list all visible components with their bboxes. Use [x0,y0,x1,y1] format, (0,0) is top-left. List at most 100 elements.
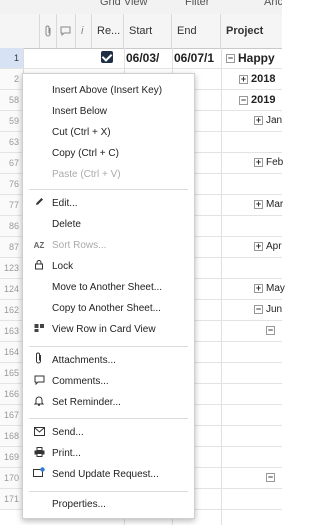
expand-icon[interactable]: + [254,199,263,209]
project-cell[interactable]: + Apr [254,237,282,257]
menu-print[interactable]: Print... [23,444,194,464]
row-number[interactable]: 167 [0,405,24,425]
menu-set-reminder-label: Set Reminder... [52,397,121,408]
row-number[interactable]: 77 [0,195,24,215]
project-cell[interactable]: +2018 [239,69,275,89]
menu-separator [29,418,188,419]
collapse-icon[interactable]: − [266,325,275,335]
menu-insert-below[interactable]: Insert Below [23,102,194,122]
menu-move-sheet[interactable]: Move to Another Sheet... [23,278,194,298]
end-date-cell[interactable]: 06/07/1 [174,48,214,68]
row-number[interactable]: 58 [0,90,24,110]
row-number[interactable]: 162 [0,300,24,320]
menu-send-update-request[interactable]: Send Update Request... [23,465,194,485]
row-number[interactable]: 124 [0,279,24,299]
row-number[interactable]: 1 [0,48,24,68]
pencil-icon [32,194,46,214]
update-request-icon [32,465,46,485]
menu-paste-label: Paste (Ctrl + V) [52,169,121,180]
menu-edit[interactable]: Edit... [23,194,194,214]
menu-cut[interactable]: Cut (Ctrl + X) [23,123,194,143]
project-column-header[interactable]: Project [221,14,282,48]
project-cell[interactable]: + Feb [254,153,283,173]
row-number[interactable]: 164 [0,342,24,362]
menu-separator [29,346,188,347]
toolbar: Grid View Filter Anc [0,0,282,15]
row-number[interactable]: 171 [0,489,24,509]
start-date-cell[interactable]: 06/03/ [126,48,159,68]
menu-attachments-label: Attachments... [52,355,116,366]
end-column-header[interactable]: End [172,14,221,48]
project-cell[interactable]: + Mar [254,195,283,215]
menu-insert-below-label: Insert Below [52,106,108,117]
table-row[interactable]: 1 06/03/06/07/1 − Happy [0,48,282,69]
project-label: Mar [266,199,284,210]
anchor-label[interactable]: Anc [264,0,282,8]
menu-comments[interactable]: Comments... [23,372,194,392]
row-number[interactable]: 169 [0,447,24,467]
project-cell[interactable]: − Jun [254,300,282,320]
reminder-checkbox[interactable] [101,51,113,63]
menu-print-label: Print... [52,448,81,459]
attachments-column-header[interactable] [40,14,57,48]
project-label: Apr [266,241,282,252]
menu-copy-sheet[interactable]: Copy to Another Sheet... [23,299,194,319]
project-cell[interactable]: −2019 [239,90,275,110]
expand-icon[interactable]: + [254,241,263,251]
row-number[interactable]: 76 [0,174,24,194]
collapse-icon[interactable]: − [266,472,275,482]
menu-card-view-label: View Row in Card View [52,324,156,335]
collapse-icon[interactable]: − [226,54,235,64]
expand-icon[interactable]: + [254,115,263,125]
filter-label[interactable]: Filter [185,0,209,8]
project-cell[interactable]: − Happy [226,48,275,68]
comments-column-header[interactable] [57,14,76,48]
row-number[interactable]: 86 [0,216,24,236]
menu-insert-above[interactable]: Insert Above (Insert Key) [23,81,194,101]
project-label: Happy [238,51,275,65]
row-number[interactable]: 166 [0,384,24,404]
project-cell[interactable]: − [266,468,278,488]
reminder-column-header[interactable]: Re... [92,14,124,48]
printer-icon [32,444,46,464]
project-cell[interactable]: − [266,321,278,341]
info-column-header[interactable]: i [76,14,92,48]
menu-set-reminder[interactable]: Set Reminder... [23,393,194,413]
row-number[interactable]: 168 [0,426,24,446]
menu-delete-label: Delete [52,219,81,230]
row-number[interactable]: 170 [0,468,24,488]
row-number-header [0,14,40,48]
row-number[interactable]: 67 [0,153,24,173]
expand-icon[interactable]: + [239,74,248,84]
row-number[interactable]: 2 [0,69,24,89]
menu-lock[interactable]: Lock [23,257,194,277]
grid-view-label[interactable]: Grid View [100,0,147,8]
menu-attachments[interactable]: Attachments... [23,351,194,371]
row-number[interactable]: 165 [0,363,24,383]
sort-icon: AZ [33,241,45,250]
menu-sort-rows-label: Sort Rows... [52,240,107,251]
row-number[interactable]: 163 [0,321,24,341]
menu-sort-rows: AZ Sort Rows... [23,236,194,256]
project-cell[interactable]: + Jan [254,111,282,131]
collapse-icon[interactable]: − [239,95,248,105]
row-number[interactable]: 63 [0,132,24,152]
menu-properties[interactable]: Properties... [23,495,194,515]
project-cell[interactable]: + May [254,279,285,299]
menu-delete[interactable]: Delete [23,215,194,235]
expand-icon[interactable]: + [254,283,263,293]
expand-icon[interactable]: + [254,157,263,167]
menu-edit-label: Edit... [52,198,78,209]
menu-comments-label: Comments... [52,376,109,387]
menu-send[interactable]: Send... [23,423,194,443]
menu-copy[interactable]: Copy (Ctrl + C) [23,144,194,164]
start-column-header[interactable]: Start [124,14,172,48]
row-context-menu: Insert Above (Insert Key) Insert Below C… [22,73,195,519]
menu-card-view[interactable]: View Row in Card View [23,320,194,340]
row-number[interactable]: 59 [0,111,24,131]
row-number[interactable]: 123 [0,258,24,278]
row-number[interactable]: 87 [0,237,24,257]
collapse-icon[interactable]: − [254,304,263,314]
menu-move-sheet-label: Move to Another Sheet... [52,282,163,293]
paperclip-icon [45,25,51,37]
